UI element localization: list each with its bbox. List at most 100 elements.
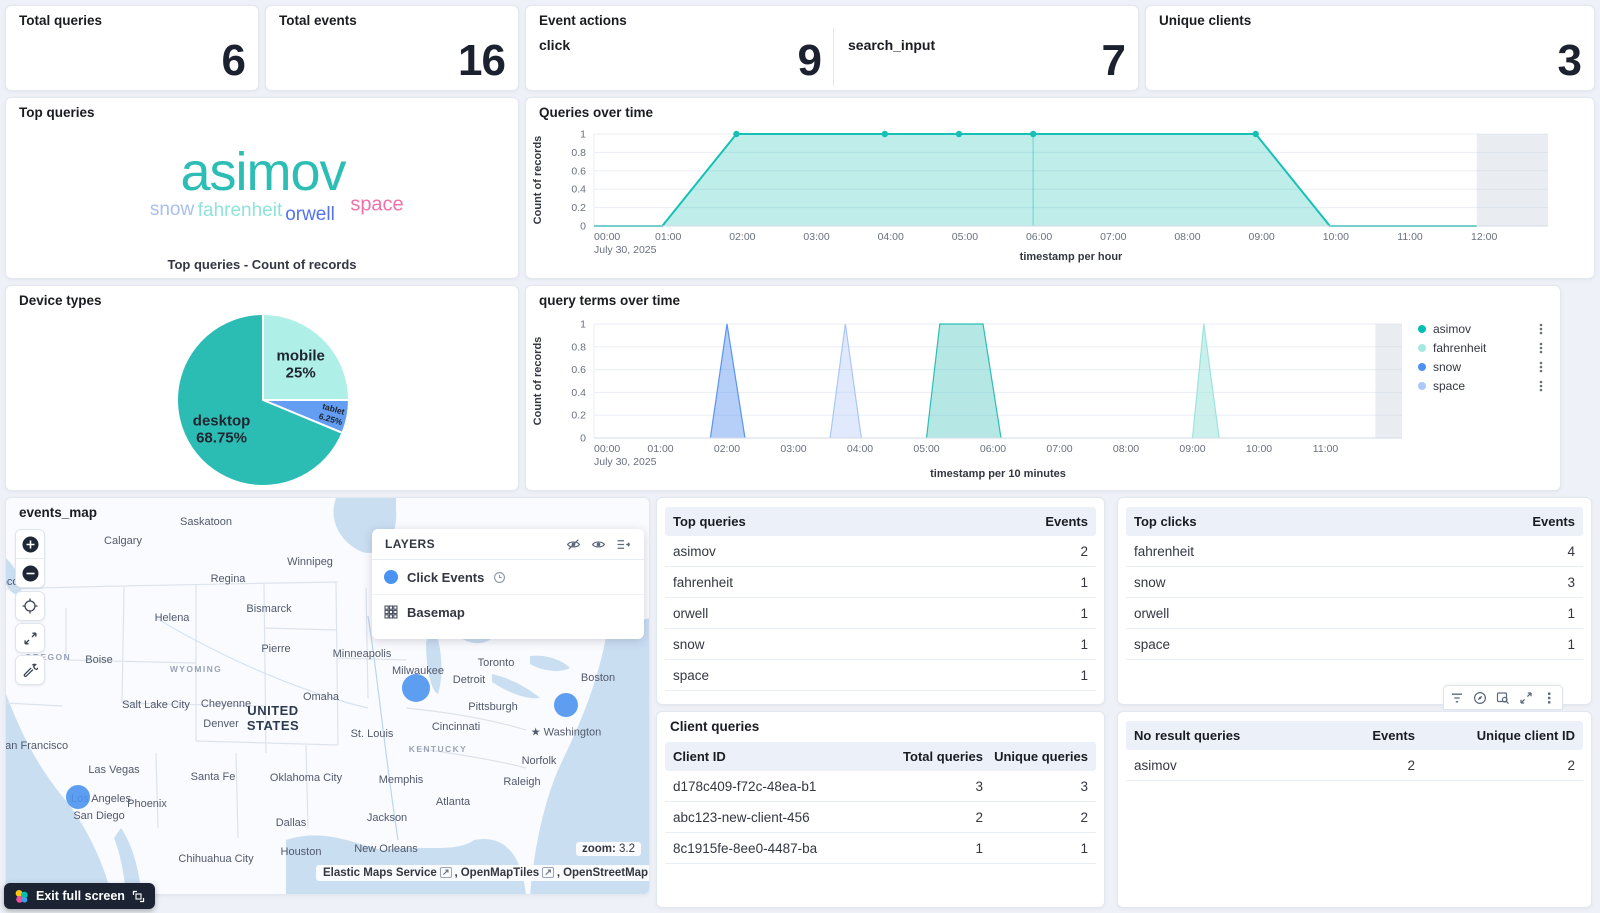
marker-los-angeles[interactable] bbox=[66, 785, 90, 809]
cloud-word-fahrenheit[interactable]: fahrenheit bbox=[198, 200, 283, 222]
column-header[interactable]: Unique queries bbox=[983, 749, 1088, 764]
legend-dot-icon bbox=[1418, 344, 1426, 352]
table-row: fahrenheit4 bbox=[1126, 536, 1583, 567]
table-cell: 3 bbox=[888, 779, 983, 794]
map-tools-button[interactable] bbox=[15, 655, 45, 685]
no-result-queries-header: No result queriesEventsUnique client ID bbox=[1126, 721, 1583, 750]
column-header[interactable]: Events bbox=[1008, 514, 1088, 529]
panel-events-map: events_map SaskatoonCalgaryReginaWinnipe… bbox=[5, 497, 650, 895]
cloud-word-snow[interactable]: snow bbox=[150, 199, 194, 221]
legend-options-icon[interactable] bbox=[1536, 341, 1546, 355]
table-cell: 2 bbox=[1008, 544, 1088, 559]
panel-top-queries-cloud: Top queries asimovsnowfahrenheitorwellsp… bbox=[5, 97, 519, 279]
panel-title: query terms over time bbox=[539, 293, 680, 308]
panel-hover-toolbar bbox=[1443, 685, 1563, 710]
panel-title: Device types bbox=[19, 293, 102, 308]
inspect-icon[interactable] bbox=[1496, 691, 1510, 705]
y-tick: 0.2 bbox=[571, 410, 586, 422]
cloud-word-asimov[interactable]: asimov bbox=[180, 141, 345, 203]
legend-options-icon[interactable] bbox=[1536, 360, 1546, 374]
client-queries-header: Client IDTotal queriesUnique queries bbox=[665, 742, 1096, 771]
legend-item-snow[interactable]: snow bbox=[1418, 360, 1461, 374]
table-cell: asimov bbox=[1134, 758, 1305, 773]
x-tick: 09:00 bbox=[1179, 443, 1205, 455]
column-header[interactable]: Total queries bbox=[888, 749, 983, 764]
x-tick: 09:00 bbox=[1249, 231, 1275, 243]
x-tick: 11:00 bbox=[1313, 443, 1339, 455]
x-tick: 08:00 bbox=[1113, 443, 1139, 455]
table-row: orwell1 bbox=[1126, 598, 1583, 629]
layer-item-basemap[interactable]: Basemap bbox=[372, 595, 644, 629]
column-header[interactable]: Events bbox=[1305, 728, 1415, 743]
query-terms-chart: 00.20.40.60.8100:00July 30, 202501:0002:… bbox=[526, 286, 1560, 490]
svg-text:25%: 25% bbox=[286, 364, 316, 381]
plus-icon bbox=[22, 536, 39, 553]
explore-icon[interactable] bbox=[1473, 691, 1487, 705]
y-tick: 0 bbox=[580, 433, 586, 445]
map-fit-data-button[interactable] bbox=[15, 623, 45, 653]
table-cell: 2 bbox=[1305, 758, 1415, 773]
attribution-link[interactable]: OpenStreetMap contributors ↗ bbox=[563, 867, 650, 879]
collapse-layers-icon[interactable] bbox=[616, 537, 631, 552]
table-cell: 1 bbox=[1008, 668, 1088, 683]
map-zoom-in-button[interactable] bbox=[16, 530, 44, 558]
panel-queries-over-time: Queries over time 00.20.40.60.8100:00Jul… bbox=[525, 97, 1595, 279]
legend-item-space[interactable]: space bbox=[1418, 379, 1465, 393]
table-cell: orwell bbox=[673, 606, 1008, 621]
table-row: orwell1 bbox=[665, 598, 1096, 629]
table-cell: 1 bbox=[983, 841, 1088, 856]
legend-item-asimov[interactable]: asimov bbox=[1418, 322, 1471, 336]
panel-title: events_map bbox=[19, 505, 97, 520]
x-tick: 10:00 bbox=[1323, 231, 1349, 243]
x-tick: 04:00 bbox=[847, 443, 873, 455]
table-cell: 4 bbox=[1495, 544, 1575, 559]
x-tick: 12:00 bbox=[1471, 231, 1497, 243]
client-queries-table: Client IDTotal queriesUnique queriesd178… bbox=[665, 742, 1096, 864]
external-link-icon: ↗ bbox=[542, 867, 554, 878]
legend-options-icon[interactable] bbox=[1536, 379, 1546, 393]
maximize-icon[interactable] bbox=[1519, 691, 1533, 705]
filter-icon[interactable] bbox=[1450, 691, 1464, 705]
x-tick: 10:00 bbox=[1246, 443, 1272, 455]
map-zoom-out-button[interactable] bbox=[16, 559, 44, 587]
table-cell: 1 bbox=[1008, 606, 1088, 621]
marker-new-york[interactable] bbox=[554, 693, 578, 717]
dashboard: Total queries 6 Total events 16 Event ac… bbox=[0, 0, 1600, 913]
legend-options-icon[interactable] bbox=[1536, 322, 1546, 336]
marker-chicago[interactable] bbox=[402, 674, 430, 702]
y-tick: 0.4 bbox=[571, 184, 586, 196]
no-result-queries-table: No result queriesEventsUnique client ID a… bbox=[1126, 721, 1583, 781]
column-header[interactable]: No result queries bbox=[1134, 728, 1305, 743]
attribution-separator: , bbox=[557, 867, 560, 879]
expand-icon bbox=[23, 631, 38, 646]
clock-icon bbox=[493, 571, 506, 584]
cloud-word-orwell[interactable]: orwell bbox=[285, 204, 335, 226]
word-cloud-caption: Top queries - Count of records bbox=[6, 257, 518, 272]
column-header[interactable]: Unique client ID bbox=[1415, 728, 1575, 743]
x-tick: 05:00 bbox=[913, 443, 939, 455]
legend-item-fahrenheit[interactable]: fahrenheit bbox=[1418, 341, 1486, 355]
column-header[interactable]: Top queries bbox=[673, 514, 1008, 529]
show-all-layers-icon[interactable] bbox=[591, 537, 606, 552]
exit-full-screen-button[interactable]: Exit full screen bbox=[4, 883, 155, 909]
x-tick: 00:00 bbox=[594, 443, 620, 455]
panel-options-icon[interactable] bbox=[1542, 691, 1556, 705]
layer-dot-icon bbox=[384, 570, 398, 584]
column-header[interactable]: Client ID bbox=[673, 749, 888, 764]
map-locate-button[interactable] bbox=[15, 591, 45, 621]
hide-all-layers-icon[interactable] bbox=[566, 537, 581, 552]
table-cell: 1 bbox=[1495, 637, 1575, 652]
attribution-link[interactable]: OpenMapTiles ↗ bbox=[461, 867, 554, 879]
layer-item-click-events[interactable]: Click Events bbox=[372, 560, 644, 595]
panel-title: Event actions bbox=[539, 13, 627, 28]
column-header[interactable]: Top clicks bbox=[1134, 514, 1495, 529]
attribution-link[interactable]: Elastic Maps Service ↗ bbox=[323, 867, 452, 879]
table-cell: snow bbox=[673, 637, 1008, 652]
y-tick: 0.6 bbox=[571, 165, 586, 177]
table-cell: fahrenheit bbox=[1134, 544, 1495, 559]
column-header[interactable]: Events bbox=[1495, 514, 1575, 529]
cloud-word-space[interactable]: space bbox=[350, 194, 403, 217]
table-cell: 1 bbox=[1495, 606, 1575, 621]
y-tick: 1 bbox=[580, 319, 586, 331]
svg-text:68.75%: 68.75% bbox=[196, 430, 247, 447]
